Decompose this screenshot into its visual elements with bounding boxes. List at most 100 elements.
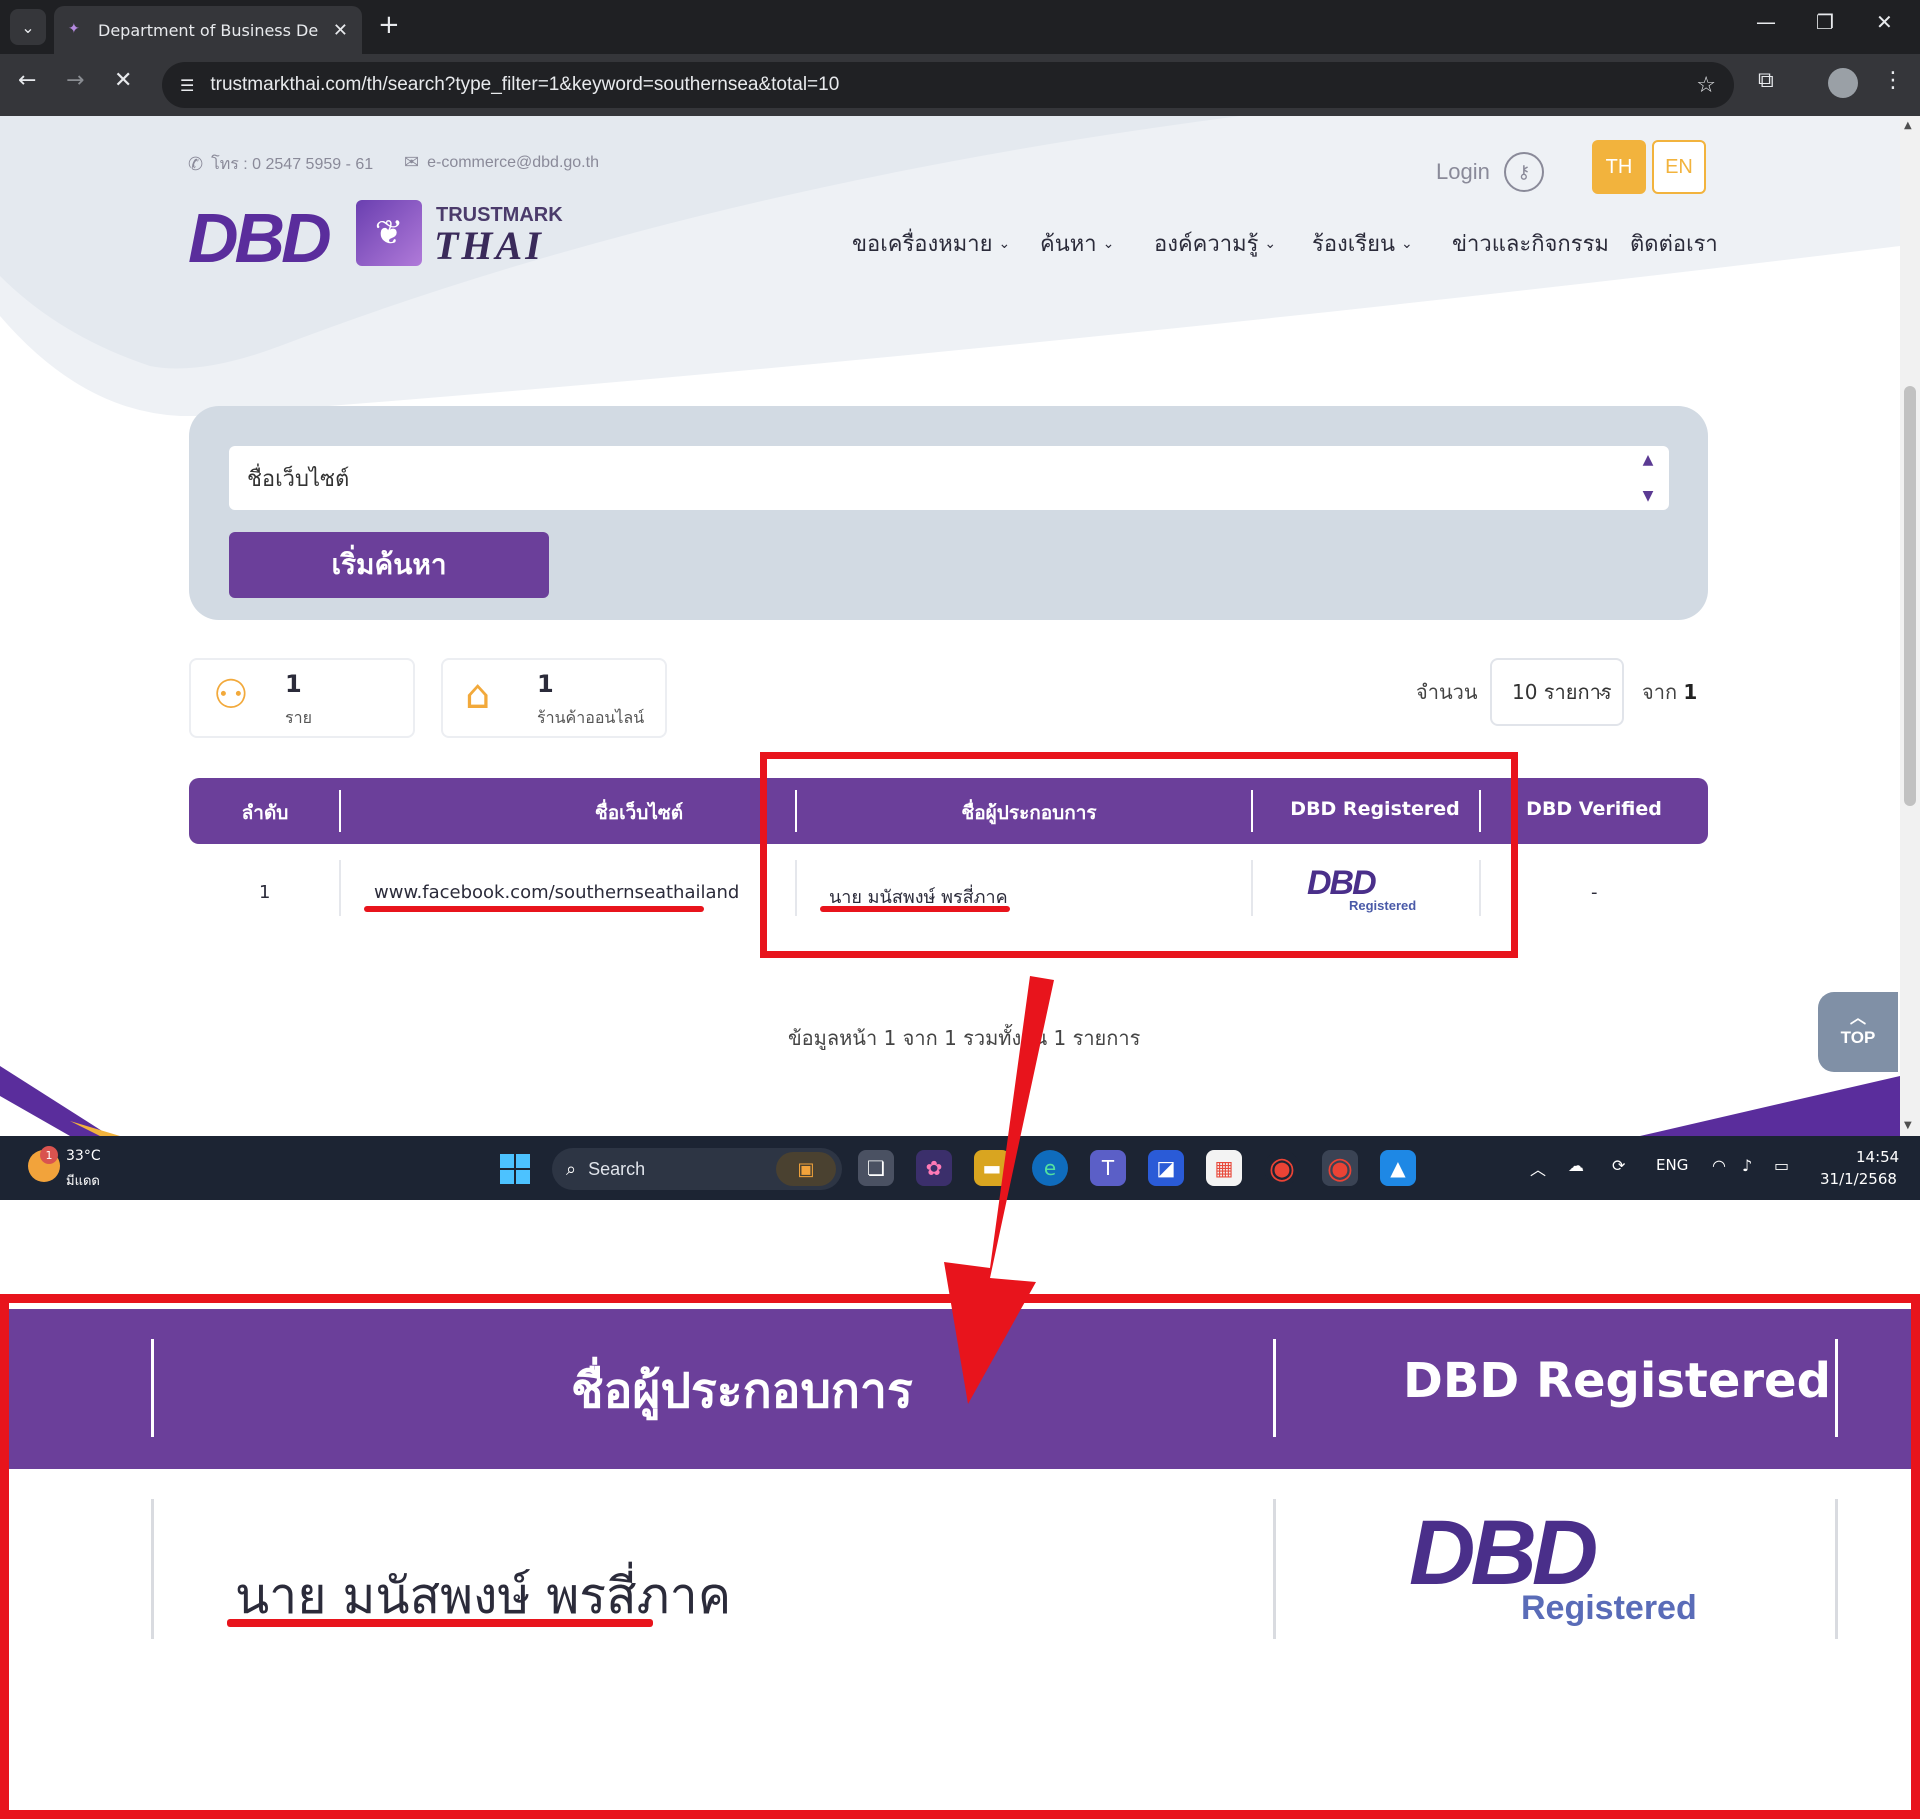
stop-loading-icon[interactable]: ✕ bbox=[114, 68, 132, 93]
cell-website-link[interactable]: www.facebook.com/southernseathailand bbox=[374, 882, 739, 903]
start-search-button[interactable]: เริ่มค้นหา bbox=[229, 532, 549, 598]
per-page-select[interactable]: 10 รายการ ⌄ bbox=[1490, 658, 1624, 726]
column-divider bbox=[339, 790, 341, 832]
favicon-icon: ✦ bbox=[68, 21, 80, 37]
chrome-icon[interactable]: ◉ bbox=[1264, 1150, 1300, 1186]
scroll-down-arrow[interactable]: ▼ bbox=[1904, 1120, 1912, 1131]
new-tab-button[interactable]: + bbox=[378, 10, 400, 40]
annotation-underline-website bbox=[364, 906, 704, 912]
windows-start-icon[interactable] bbox=[500, 1154, 530, 1184]
total-pages: จาก 1 bbox=[1642, 676, 1697, 708]
chevron-up-icon: ︿ bbox=[1849, 1010, 1866, 1027]
login-link[interactable]: Login ⚷ bbox=[1436, 152, 1544, 192]
annotation-highlight-box bbox=[760, 752, 1518, 958]
browser-tab-bar: ⌄ ✦ Department of Business Develo ✕ + — … bbox=[0, 0, 1920, 54]
zoom-table-header: ชื่อผู้ประกอบการ DBD Registered bbox=[9, 1309, 1911, 1469]
stat-count: 1 bbox=[285, 670, 302, 698]
back-to-top-button[interactable]: ︿ TOP bbox=[1818, 992, 1898, 1072]
forward-icon[interactable]: → bbox=[66, 68, 84, 93]
address-bar[interactable]: ☰ trustmarkthai.com/th/search?type_filte… bbox=[162, 62, 1734, 108]
contact-phone[interactable]: ✆ โทร : 0 2547 5959 - 61 bbox=[188, 152, 373, 177]
of-value: 1 bbox=[1683, 680, 1698, 704]
show-hidden-icons[interactable]: ︿ bbox=[1530, 1156, 1546, 1180]
app-icon[interactable]: ◪ bbox=[1148, 1150, 1184, 1186]
th-dbd-verified: DBD Verified bbox=[1526, 798, 1662, 820]
decorative-stripe bbox=[1640, 1076, 1900, 1136]
chrome-active-icon[interactable]: ◉ bbox=[1322, 1150, 1358, 1186]
teams-icon[interactable]: T bbox=[1090, 1150, 1126, 1186]
battery-icon[interactable]: ▭ bbox=[1774, 1156, 1789, 1175]
nav-news[interactable]: ข่าวและกิจกรรม bbox=[1452, 226, 1609, 261]
row-divider bbox=[1273, 1499, 1276, 1639]
close-window-icon[interactable]: ✕ bbox=[1876, 10, 1893, 34]
nav-request-mark[interactable]: ขอเครื่องหมาย ⌄ bbox=[852, 226, 1010, 261]
weather-temperature: 33°C bbox=[66, 1148, 101, 1164]
site-info-icon[interactable]: ☰ bbox=[180, 76, 194, 95]
copilot-icon[interactable]: ✿ bbox=[916, 1150, 952, 1186]
nav-search[interactable]: ค้นหา ⌄ bbox=[1040, 226, 1114, 261]
tab-title: Department of Business Develo bbox=[98, 20, 318, 40]
trustmark-logo-icon[interactable]: ❦ bbox=[356, 200, 422, 266]
top-label: TOP bbox=[1840, 1028, 1876, 1047]
onedrive-icon[interactable]: ☁ bbox=[1568, 1156, 1584, 1175]
stat-count: 1 bbox=[537, 670, 554, 698]
menu-kebab-icon[interactable]: ⋮ bbox=[1882, 68, 1904, 93]
dbd-logo[interactable]: DBD bbox=[188, 198, 332, 278]
search-type-field[interactable] bbox=[229, 446, 1669, 510]
cell-index: 1 bbox=[259, 882, 271, 903]
nav-complaint[interactable]: ร้องเรียน ⌄ bbox=[1312, 226, 1413, 261]
taskbar-search[interactable]: ⌕ Search ▣ bbox=[552, 1148, 842, 1190]
file-explorer-icon[interactable]: ▬ bbox=[974, 1150, 1010, 1186]
person-icon: ⚇ bbox=[213, 672, 249, 718]
chevron-down-icon[interactable]: ▼ bbox=[1643, 488, 1654, 504]
stat-card-persons: ⚇ 1 ราย bbox=[189, 658, 415, 738]
nav-knowledge[interactable]: องค์ความรู้ ⌄ bbox=[1154, 226, 1276, 261]
cell-verified: - bbox=[1591, 882, 1598, 903]
lang-en-button[interactable]: EN bbox=[1652, 140, 1706, 194]
input-language[interactable]: ENG bbox=[1656, 1156, 1688, 1174]
tab-close-icon[interactable]: ✕ bbox=[333, 20, 348, 41]
task-view-icon[interactable]: ❏ bbox=[858, 1150, 894, 1186]
bookmark-star-icon[interactable]: ☆ bbox=[1696, 73, 1716, 98]
zoom-th-registered: DBD Registered bbox=[1403, 1353, 1831, 1409]
annotation-underline-operator bbox=[820, 906, 1010, 912]
url-text[interactable]: trustmarkthai.com/th/search?type_filter=… bbox=[210, 74, 839, 96]
lang-th-button[interactable]: TH bbox=[1592, 140, 1646, 194]
stat-card-stores: ⌂ 1 ร้านค้าออนไลน์ bbox=[441, 658, 667, 738]
nav-label: ติดต่อเรา bbox=[1630, 232, 1718, 257]
edge-icon[interactable]: e bbox=[1032, 1150, 1068, 1186]
th-index: ลำดับ bbox=[241, 802, 289, 824]
extensions-icon[interactable]: ⧉ bbox=[1758, 68, 1774, 93]
photos-icon[interactable]: ▲ bbox=[1380, 1150, 1416, 1186]
back-icon[interactable]: ← bbox=[18, 68, 36, 93]
nav-label: ขอเครื่องหมาย bbox=[852, 232, 993, 257]
taskbar-search-label: Search bbox=[588, 1158, 646, 1179]
scroll-thumb[interactable] bbox=[1904, 386, 1916, 806]
scroll-up-arrow[interactable]: ▲ bbox=[1904, 120, 1912, 131]
stat-label: ร้านค้าออนไลน์ bbox=[537, 708, 645, 727]
browser-tab[interactable]: ✦ Department of Business Develo ✕ bbox=[54, 6, 362, 54]
chevron-down-icon: ⌄ bbox=[1264, 235, 1277, 252]
wifi-icon[interactable]: ◠ bbox=[1712, 1156, 1726, 1175]
minimize-icon[interactable]: — bbox=[1756, 10, 1776, 34]
clock-time[interactable]: 14:54 bbox=[1856, 1148, 1899, 1166]
contact-email[interactable]: ✉ e-commerce@dbd.go.th bbox=[404, 152, 599, 173]
volume-icon[interactable]: ♪ bbox=[1742, 1156, 1752, 1175]
search-type-spinner[interactable]: ▲ ▼ bbox=[1633, 452, 1663, 504]
clock-date[interactable]: 31/1/2568 bbox=[1820, 1170, 1897, 1188]
column-divider bbox=[1273, 1339, 1276, 1437]
store-icon[interactable]: ▦ bbox=[1206, 1150, 1242, 1186]
zoomed-inset: ชื่อผู้ประกอบการ DBD Registered นาย มนัส… bbox=[0, 1294, 1920, 1819]
restore-icon[interactable]: ❐ bbox=[1816, 10, 1834, 34]
row-divider bbox=[339, 860, 341, 916]
page-scrollbar[interactable]: ▲ ▼ bbox=[1900, 116, 1920, 1136]
nav-label: องค์ความรู้ bbox=[1154, 232, 1259, 257]
profile-avatar[interactable] bbox=[1828, 68, 1858, 98]
nav-label: ค้นหา bbox=[1040, 232, 1097, 257]
sync-icon[interactable]: ⟳ bbox=[1612, 1156, 1625, 1175]
chevron-up-icon[interactable]: ▲ bbox=[1643, 452, 1654, 468]
zoom-registered-text: Registered bbox=[1521, 1589, 1697, 1627]
windows-taskbar: 1 33°C มีแดด ⌕ Search ▣ ❏ ✿ ▬ e T ◪ ▦ ◉ … bbox=[0, 1136, 1920, 1200]
tab-search-button[interactable]: ⌄ bbox=[10, 9, 46, 45]
nav-contact[interactable]: ติดต่อเรา bbox=[1630, 226, 1718, 261]
